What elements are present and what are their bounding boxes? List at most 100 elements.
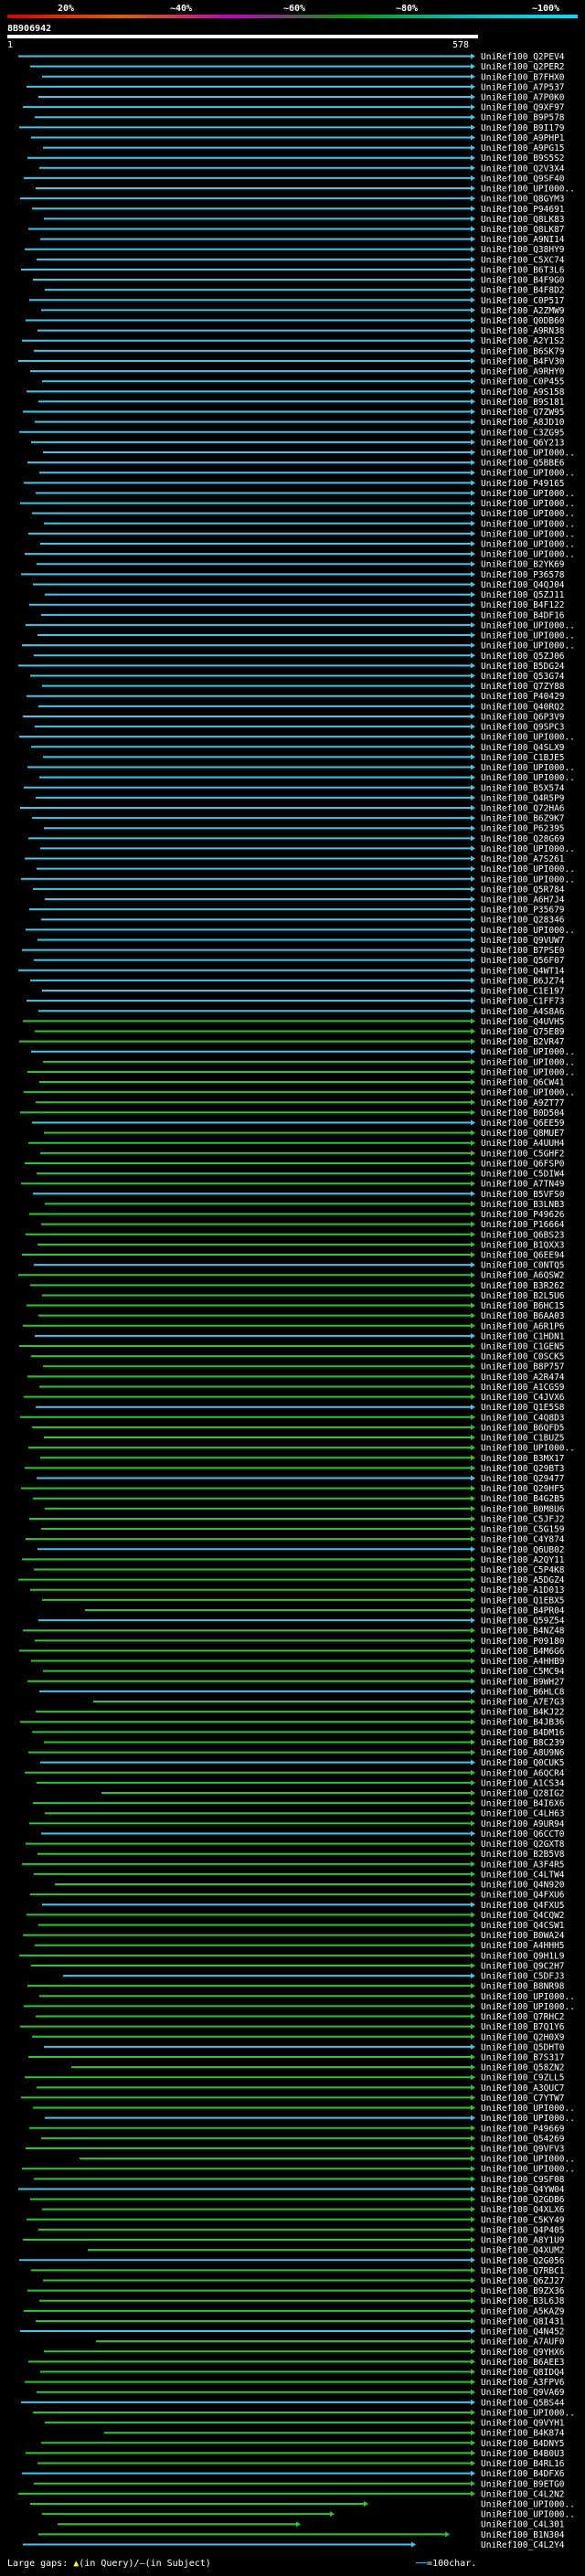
hit-label[interactable]: UniRef100_UPI000..	[481, 185, 575, 195]
hit-label[interactable]: UniRef100_B7PSE0	[481, 946, 565, 956]
hit-label[interactable]: UniRef100_A2QY11	[481, 1555, 565, 1565]
hit-label[interactable]: UniRef100_Q0CUK5	[481, 1758, 565, 1768]
hit-label[interactable]: UniRef100_C5GHF2	[481, 1149, 565, 1159]
hit-label[interactable]: UniRef100_Q38HY9	[481, 245, 565, 255]
hit-label[interactable]: UniRef100_UPI000..	[481, 540, 575, 550]
hit-label[interactable]: UniRef100_C1FF73	[481, 997, 565, 1007]
hit-label[interactable]: UniRef100_UPI000..	[481, 2510, 575, 2520]
hit-label[interactable]: UniRef100_C0P455	[481, 377, 565, 387]
hit-label[interactable]: UniRef100_Q29477	[481, 1474, 565, 1484]
hit-label[interactable]: UniRef100_B4FV30	[481, 356, 565, 366]
hit-label[interactable]: UniRef100_Q8IDQ4	[481, 2368, 565, 2378]
hit-label[interactable]: UniRef100_B4DF16	[481, 610, 565, 620]
hit-label[interactable]: UniRef100_B3R262	[481, 1281, 565, 1291]
hit-label[interactable]: UniRef100_B4DM16	[481, 1728, 565, 1738]
hit-label[interactable]: UniRef100_Q6Y213	[481, 438, 565, 448]
hit-label[interactable]: UniRef100_A4HHB9	[481, 1657, 565, 1667]
hit-label[interactable]: UniRef100_B3MX17	[481, 1454, 565, 1464]
hit-label[interactable]: UniRef100_UPI000..	[481, 550, 575, 560]
hit-label[interactable]: UniRef100_A8JD10	[481, 418, 565, 428]
hit-label[interactable]: UniRef100_Q4UVH5	[481, 1017, 565, 1027]
hit-label[interactable]: UniRef100_C4L301	[481, 2520, 565, 2530]
hit-label[interactable]: UniRef100_C5XC74	[481, 255, 565, 265]
hit-label[interactable]: UniRef100_A8U9N6	[481, 1748, 565, 1758]
hit-label[interactable]: UniRef100_C0SCK5	[481, 1352, 565, 1362]
hit-label[interactable]: UniRef100_UPI000..	[481, 2499, 575, 2509]
hit-label[interactable]: UniRef100_UPI000..	[481, 1992, 575, 2002]
hit-label[interactable]: UniRef100_Q56F07	[481, 956, 565, 966]
hit-label[interactable]: UniRef100_C0P517	[481, 296, 565, 306]
hit-label[interactable]: UniRef100_Q6CCT0	[481, 1829, 565, 1839]
hit-label[interactable]: UniRef100_B9P578	[481, 113, 565, 123]
hit-label[interactable]: UniRef100_A7E7G3	[481, 1697, 565, 1707]
hit-label[interactable]: UniRef100_A2ZMW9	[481, 306, 565, 316]
hit-label[interactable]: UniRef100_B3LNB3	[481, 1200, 565, 1210]
hit-label[interactable]: UniRef100_C5JFJ2	[481, 1514, 565, 1524]
hit-label[interactable]: UniRef100_UPI000..	[481, 875, 575, 885]
hit-label[interactable]: UniRef100_P36578	[481, 570, 565, 580]
hit-label[interactable]: UniRef100_A7TN49	[481, 1180, 565, 1190]
hit-label[interactable]: UniRef100_Q4XLX6	[481, 2205, 565, 2215]
hit-label[interactable]: UniRef100_B4M6G6	[481, 1647, 565, 1657]
hit-label[interactable]: UniRef100_UPI000..	[481, 1047, 575, 1057]
hit-label[interactable]: UniRef100_C1HDN1	[481, 1331, 565, 1341]
hit-label[interactable]: UniRef100_Q53G74	[481, 672, 565, 682]
hit-label[interactable]: UniRef100_B6QFD5	[481, 1423, 565, 1433]
hit-label[interactable]: UniRef100_UPI000..	[481, 1088, 575, 1098]
hit-label[interactable]: UniRef100_B4K874	[481, 2429, 565, 2439]
hit-label[interactable]: UniRef100_Q4P405	[481, 2225, 565, 2235]
hit-label[interactable]: UniRef100_C9ZLL5	[481, 2073, 565, 2083]
hit-label[interactable]: UniRef100_B6AEE3	[481, 2358, 565, 2368]
hit-label[interactable]: UniRef100_B9S181	[481, 398, 565, 408]
hit-label[interactable]: UniRef100_Q9VYH1	[481, 2419, 565, 2429]
hit-label[interactable]: UniRef100_B9WH27	[481, 1677, 565, 1687]
hit-label[interactable]: UniRef100_B6JZ74	[481, 976, 565, 986]
hit-label[interactable]: UniRef100_C4L2Y4	[481, 2540, 565, 2550]
hit-label[interactable]: UniRef100_P16664	[481, 1220, 565, 1230]
hit-label[interactable]: UniRef100_Q6BS23	[481, 1230, 565, 1240]
hit-label[interactable]: UniRef100_B8P757	[481, 1362, 565, 1373]
hit-label[interactable]: UniRef100_P94691	[481, 205, 565, 215]
hit-label[interactable]: UniRef100_Q6EE94	[481, 1250, 565, 1260]
hit-label[interactable]: UniRef100_Q9VUW7	[481, 936, 565, 946]
hit-label[interactable]: UniRef100_A4UUH4	[481, 1139, 565, 1149]
hit-label[interactable]: UniRef100_Q9VA69	[481, 2388, 565, 2398]
hit-label[interactable]: UniRef100_B4JB36	[481, 1718, 565, 1728]
hit-label[interactable]: UniRef100_B4PR04	[481, 1606, 565, 1616]
hit-label[interactable]: UniRef100_UPI000..	[481, 448, 575, 458]
hit-label[interactable]: UniRef100_B4F8D2	[481, 286, 565, 296]
hit-label[interactable]: UniRef100_B2L5U6	[481, 1291, 565, 1301]
hit-label[interactable]: UniRef100_Q4R5P9	[481, 793, 565, 803]
hit-label[interactable]: UniRef100_C4LH63	[481, 1809, 565, 1819]
hit-label[interactable]: UniRef100_B5DG24	[481, 662, 565, 672]
hit-label[interactable]: UniRef100_Q2GXT8	[481, 1839, 565, 1850]
hit-label[interactable]: UniRef100_A3FPV6	[481, 2378, 565, 2388]
hit-label[interactable]: UniRef100_UPI000..	[481, 509, 575, 519]
hit-label[interactable]: UniRef100_Q9SPC3	[481, 723, 565, 733]
hit-label[interactable]: UniRef100_B4DNY5	[481, 2439, 565, 2449]
hit-label[interactable]: UniRef100_Q8GYM3	[481, 195, 565, 205]
hit-label[interactable]: UniRef100_UPI000..	[481, 844, 575, 854]
hit-label[interactable]: UniRef100_B2YK69	[481, 560, 565, 570]
hit-label[interactable]: UniRef100_Q5ZJ06	[481, 652, 565, 662]
hit-label[interactable]: UniRef100_UPI000..	[481, 773, 575, 783]
hit-label[interactable]: UniRef100_Q2PEV4	[481, 52, 565, 62]
hit-label[interactable]: UniRef100_UPI000..	[481, 489, 575, 499]
hit-label[interactable]: UniRef100_B6T3L6	[481, 265, 565, 275]
hit-label[interactable]: UniRef100_A7S261	[481, 854, 565, 864]
hit-label[interactable]: UniRef100_Q2V3X4	[481, 164, 565, 174]
hit-label[interactable]: UniRef100_Q4CQW2	[481, 1911, 565, 1921]
hit-label[interactable]: UniRef100_B4G2B5	[481, 1494, 565, 1504]
hit-label[interactable]: UniRef100_Q9SF40	[481, 174, 565, 184]
hit-label[interactable]: UniRef100_C5DFJ3	[481, 1972, 565, 1982]
hit-label[interactable]: UniRef100_B4I6X6	[481, 1799, 565, 1809]
hit-label[interactable]: UniRef100_C1BJE5	[481, 753, 565, 763]
hit-label[interactable]: UniRef100_C5DIW4	[481, 1170, 565, 1180]
hit-label[interactable]: UniRef100_B9ETG0	[481, 2479, 565, 2489]
hit-label[interactable]: UniRef100_B0D504	[481, 1108, 565, 1118]
hit-label[interactable]: UniRef100_C1E197	[481, 987, 565, 997]
hit-label[interactable]: UniRef100_A7AUF0	[481, 2337, 565, 2348]
hit-label[interactable]: UniRef100_B2VR47	[481, 1037, 565, 1047]
hit-label[interactable]: UniRef100_A9RN38	[481, 326, 565, 336]
hit-label[interactable]: UniRef100_Q72HA6	[481, 803, 565, 813]
